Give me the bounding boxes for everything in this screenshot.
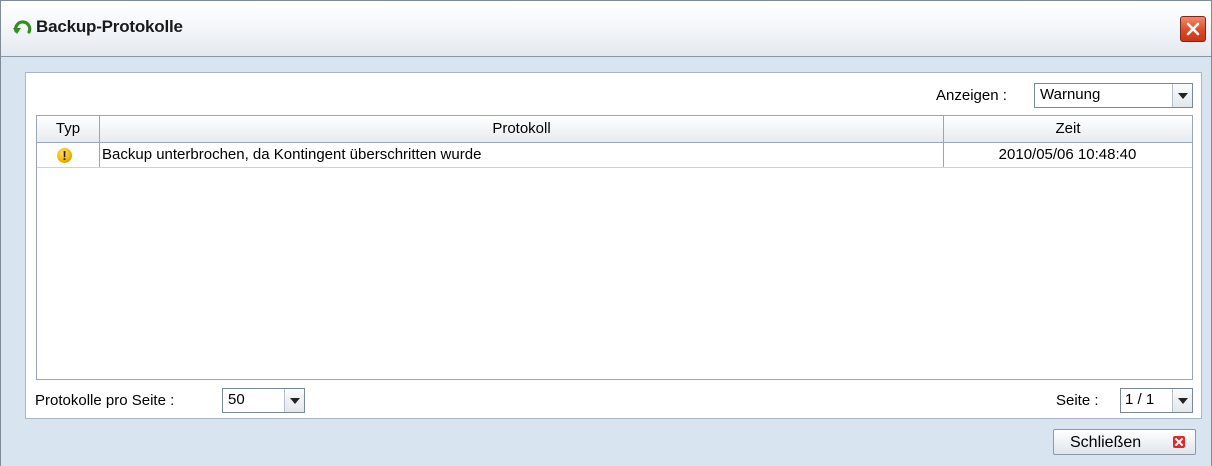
page-value: 1 / 1 [1125, 391, 1155, 408]
title-bar[interactable]: Backup-Protokolle [1, 1, 1211, 57]
time-cell: 2010/05/06 10:48:40 [998, 146, 1137, 163]
backup-log-dialog: Backup-Protokolle Anzeigen : Warnung Typ… [0, 0, 1212, 466]
close-icon [1186, 22, 1200, 36]
page-select[interactable]: 1 / 1 [1120, 388, 1193, 413]
warning-icon [57, 144, 72, 168]
page-label: Seite : [1056, 392, 1099, 409]
chevron-down-icon[interactable] [1172, 389, 1192, 412]
column-divider [943, 143, 944, 167]
table-row[interactable]: Backup unterbrochen, da Kontingent übers… [37, 143, 1192, 168]
protocol-cell: Backup unterbrochen, da Kontingent übers… [102, 146, 482, 163]
chevron-down-icon[interactable] [1172, 84, 1192, 107]
column-divider[interactable] [943, 116, 944, 143]
per-page-value: 50 [228, 391, 245, 408]
per-page-label: Protokolle pro Seite : [35, 392, 175, 409]
close-window-button[interactable] [1180, 16, 1206, 42]
per-page-select[interactable]: 50 [222, 388, 305, 413]
column-header-time[interactable]: Zeit [944, 116, 1192, 142]
column-divider [99, 143, 100, 167]
log-panel: Anzeigen : Warnung Typ Protokoll Zeit Ba… [25, 72, 1202, 419]
type-cell [37, 143, 99, 168]
filter-select[interactable]: Warnung [1034, 83, 1193, 108]
column-header-type[interactable]: Typ [37, 116, 99, 142]
filter-label: Anzeigen : [936, 87, 1007, 104]
column-header-protocol[interactable]: Protokoll [100, 116, 943, 142]
window-title: Backup-Protokolle [36, 17, 183, 36]
close-icon [1173, 436, 1185, 448]
close-button-label: Schließen [1070, 434, 1142, 451]
close-button[interactable]: Schließen [1053, 429, 1196, 455]
column-divider[interactable] [99, 116, 100, 143]
refresh-icon [13, 20, 32, 34]
table-header: Typ Protokoll Zeit [37, 116, 1192, 143]
chevron-down-icon[interactable] [284, 389, 304, 412]
log-table: Typ Protokoll Zeit Backup unterbrochen, … [36, 115, 1193, 380]
filter-value: Warnung [1040, 86, 1101, 103]
